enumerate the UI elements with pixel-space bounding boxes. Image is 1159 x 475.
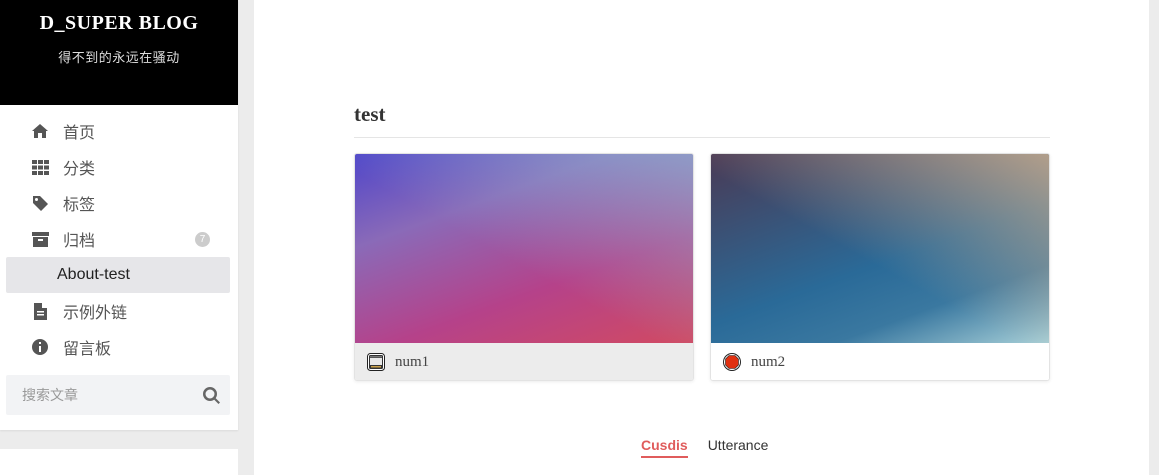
site-subtitle: 得不到的永远在骚动 xyxy=(58,50,180,65)
card-cover-image xyxy=(711,154,1049,343)
link-cards: num1 num2 xyxy=(354,153,1050,381)
menu-item-guestbook[interactable]: 留言板 xyxy=(6,329,230,365)
menu-item-external-link[interactable]: 示例外链 xyxy=(6,293,230,329)
menu-item-label: About-test xyxy=(57,266,130,283)
stop-icon xyxy=(723,353,741,371)
tag-icon xyxy=(30,193,50,213)
grid-icon xyxy=(30,157,50,177)
brand-header: D_SUPER BLOG 得不到的永远在骚动 xyxy=(0,0,238,105)
site-title[interactable]: D_SUPER BLOG xyxy=(0,0,238,35)
search-box xyxy=(6,375,230,415)
menu-item-categories[interactable]: 分类 xyxy=(6,149,230,185)
info-icon xyxy=(30,337,50,357)
nav-menu: 首页 分类 标签 归档 7 About-test 示例外链 留言板 xyxy=(0,105,238,365)
menu-item-label: 留言板 xyxy=(63,341,112,358)
card-footer: num1 xyxy=(355,343,693,380)
comment-system-tabs: Cusdis Utterance xyxy=(641,437,768,458)
menu-item-home[interactable]: 首页 xyxy=(6,113,230,149)
page-title: test xyxy=(354,102,1050,138)
menu-item-label: 标签 xyxy=(63,197,96,214)
search-input[interactable] xyxy=(22,387,203,403)
menu-item-archives[interactable]: 归档 7 xyxy=(6,221,230,257)
tab-utterance[interactable]: Utterance xyxy=(708,437,769,458)
window-icon xyxy=(367,353,385,371)
menu-item-about-test[interactable]: About-test xyxy=(6,257,230,293)
menu-item-label: 归档 xyxy=(63,233,96,250)
menu-item-label: 首页 xyxy=(63,125,96,142)
menu-item-tags[interactable]: 标签 xyxy=(6,185,230,221)
archive-count-badge: 7 xyxy=(195,232,210,247)
card-footer: num2 xyxy=(711,343,1049,380)
link-card-num1[interactable]: num1 xyxy=(354,153,694,381)
file-icon xyxy=(30,301,50,321)
card-cover-image xyxy=(355,154,693,343)
home-icon xyxy=(30,121,50,141)
archive-icon xyxy=(30,229,50,249)
search-icon[interactable] xyxy=(203,386,220,404)
main-content: test num1 num2 Cusdis Utterance xyxy=(254,0,1149,475)
card-label: num1 xyxy=(395,353,430,370)
sidebar-lower-panel xyxy=(0,449,238,475)
menu-item-label: 分类 xyxy=(63,161,96,178)
card-label: num2 xyxy=(751,353,786,370)
tab-cusdis[interactable]: Cusdis xyxy=(641,437,688,458)
link-card-num2[interactable]: num2 xyxy=(710,153,1050,381)
sidebar: D_SUPER BLOG 得不到的永远在骚动 首页 分类 标签 归档 7 Abo… xyxy=(0,0,238,430)
menu-item-label: 示例外链 xyxy=(63,305,128,322)
